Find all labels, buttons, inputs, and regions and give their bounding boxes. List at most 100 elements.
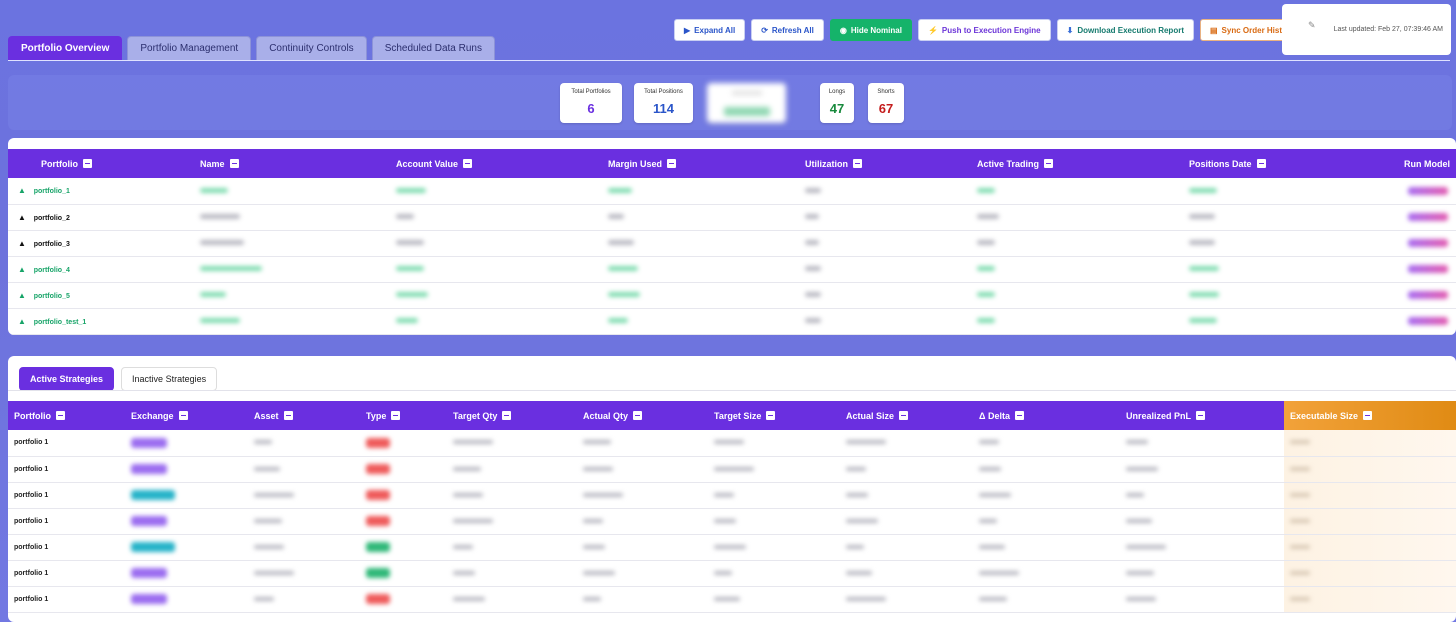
portfolio-cell[interactable]: ▲ portfolio_2 (8, 204, 194, 231)
table-row[interactable]: ▲ portfolio_4 (8, 256, 1456, 283)
collapse-column-icon[interactable] (1363, 410, 1373, 420)
column-header[interactable]: Target Qty (447, 401, 577, 430)
collapse-column-icon[interactable] (283, 410, 293, 420)
tab-portfolio-overview[interactable]: Portfolio Overview (8, 36, 123, 60)
run-model-cell[interactable] (1368, 178, 1456, 205)
portfolio-cell[interactable]: ▲ portfolio_test_1 (8, 308, 194, 335)
stat-shorts: Shorts 67 (868, 83, 904, 123)
column-header-label: Type (366, 410, 387, 421)
portfolio-cell[interactable]: ▲ portfolio_1 (8, 178, 194, 205)
collapse-column-icon[interactable] (229, 158, 239, 168)
run-model-cell[interactable] (1368, 282, 1456, 309)
expand-triangle-icon[interactable]: ▲ (18, 186, 26, 195)
run-model-button[interactable] (1408, 213, 1448, 221)
column-header[interactable]: Run Model (1368, 149, 1456, 178)
column-header[interactable]: Positions Date (1183, 149, 1368, 178)
collapse-column-icon[interactable] (56, 410, 65, 420)
run-model-cell[interactable] (1368, 256, 1456, 283)
column-header[interactable]: Name (194, 149, 390, 178)
collapse-column-icon[interactable] (83, 158, 92, 168)
tab-scheduled-data-runs[interactable]: Scheduled Data Runs (371, 36, 495, 60)
expand-triangle-icon[interactable]: ▲ (18, 213, 26, 222)
refresh-all-button[interactable]: ⟳ Refresh All (751, 19, 824, 41)
expand-triangle-icon[interactable]: ▲ (18, 265, 26, 274)
collapse-column-icon[interactable] (178, 410, 188, 420)
run-model-cell[interactable] (1368, 204, 1456, 231)
run-model-button[interactable] (1408, 291, 1448, 299)
redacted-value (714, 440, 744, 445)
collapse-column-icon[interactable] (502, 410, 512, 420)
portfolio-name: portfolio_5 (33, 292, 70, 300)
column-header[interactable]: Δ Delta (973, 401, 1120, 430)
run-model-cell[interactable] (1368, 308, 1456, 335)
portfolio-cell[interactable]: ▲ portfolio_4 (8, 256, 194, 283)
redacted-value (396, 240, 424, 246)
column-header[interactable]: Portfolio (8, 149, 194, 178)
pencil-icon[interactable]: ✎ (1308, 20, 1316, 31)
redacted-value (200, 187, 228, 193)
table-row[interactable]: portfolio 1 (8, 560, 1456, 587)
collapse-column-icon[interactable] (899, 410, 909, 420)
column-header[interactable]: Portfolio (8, 401, 125, 430)
table-row[interactable]: ▲ portfolio_test_1 (8, 308, 1456, 335)
portfolio-cell[interactable]: ▲ portfolio_5 (8, 282, 194, 309)
collapse-column-icon[interactable] (391, 410, 401, 420)
strategy-tabs: Active Strategies Inactive Strategies (19, 367, 218, 391)
column-header[interactable]: Type (360, 401, 447, 430)
collapse-column-icon[interactable] (766, 410, 776, 420)
run-model-button[interactable] (1408, 317, 1448, 325)
column-header[interactable]: Asset (248, 401, 360, 430)
collapse-column-icon[interactable] (1044, 158, 1054, 168)
run-model-button[interactable] (1408, 239, 1448, 247)
table-row[interactable]: ▲ portfolio_2 (8, 204, 1456, 231)
portfolio-cell[interactable]: ▲ portfolio_3 (8, 230, 194, 257)
column-header[interactable]: Target Size (708, 401, 840, 430)
push-engine-button[interactable]: ⚡ Push to Execution Engine (917, 19, 1051, 41)
collapse-column-icon[interactable] (463, 158, 473, 168)
tab-inactive-strategies[interactable]: Inactive Strategies (121, 367, 218, 391)
run-model-cell[interactable] (1368, 230, 1456, 257)
tab-portfolio-management[interactable]: Portfolio Management (127, 36, 252, 60)
collapse-column-icon[interactable] (853, 158, 862, 168)
blurred-cell (799, 308, 971, 335)
blurred-cell (125, 430, 248, 457)
expand-all-button[interactable]: ▶ Expand All (674, 19, 746, 41)
download-report-button[interactable]: ⬇ Download Execution Report (1056, 19, 1194, 41)
table-row[interactable]: ▲ portfolio_3 (8, 230, 1456, 257)
collapse-column-icon[interactable] (633, 410, 643, 420)
column-header[interactable]: Margin Used (602, 149, 799, 178)
collapse-column-icon[interactable] (1256, 158, 1266, 168)
column-header[interactable]: Exchange (125, 401, 248, 430)
redacted-value (977, 214, 999, 220)
download-report-label: Download Execution Report (1077, 25, 1184, 35)
table-row[interactable]: portfolio 1 (8, 534, 1456, 561)
column-header[interactable]: Active Trading (971, 149, 1183, 178)
table-row[interactable]: portfolio 1 (8, 482, 1456, 509)
blurred-cell (447, 430, 577, 457)
column-header[interactable]: Unrealized PnL (1120, 401, 1284, 430)
expand-triangle-icon[interactable]: ▲ (18, 317, 26, 326)
table-row[interactable]: portfolio 1 (8, 508, 1456, 535)
table-row[interactable]: portfolio 1 (8, 456, 1456, 483)
blurred-cell (390, 178, 602, 205)
column-header[interactable]: Account Value (390, 149, 602, 178)
hide-nominal-button[interactable]: ◉ Hide Nominal (829, 19, 912, 41)
collapse-column-icon[interactable] (1014, 410, 1024, 420)
expand-triangle-icon[interactable]: ▲ (18, 239, 26, 248)
table-row[interactable]: ▲ portfolio_5 (8, 282, 1456, 309)
column-header[interactable]: Actual Size (840, 401, 973, 430)
run-model-button[interactable] (1408, 265, 1448, 273)
column-header[interactable]: Utilization (799, 149, 971, 178)
redacted-value (714, 596, 740, 601)
collapse-column-icon[interactable] (667, 158, 677, 168)
table-row[interactable]: portfolio 1 (8, 586, 1456, 613)
tab-active-strategies[interactable]: Active Strategies (19, 367, 115, 391)
run-model-button[interactable] (1408, 186, 1448, 195)
column-header[interactable]: Actual Qty (577, 401, 708, 430)
tab-continuity-controls[interactable]: Continuity Controls (256, 36, 367, 60)
table-row[interactable]: portfolio 1 (8, 430, 1456, 457)
table-row[interactable]: ▲ portfolio_1 (8, 178, 1456, 205)
collapse-column-icon[interactable] (1196, 410, 1206, 420)
column-header[interactable]: Executable Size (1284, 401, 1456, 430)
expand-triangle-icon[interactable]: ▲ (18, 291, 26, 300)
